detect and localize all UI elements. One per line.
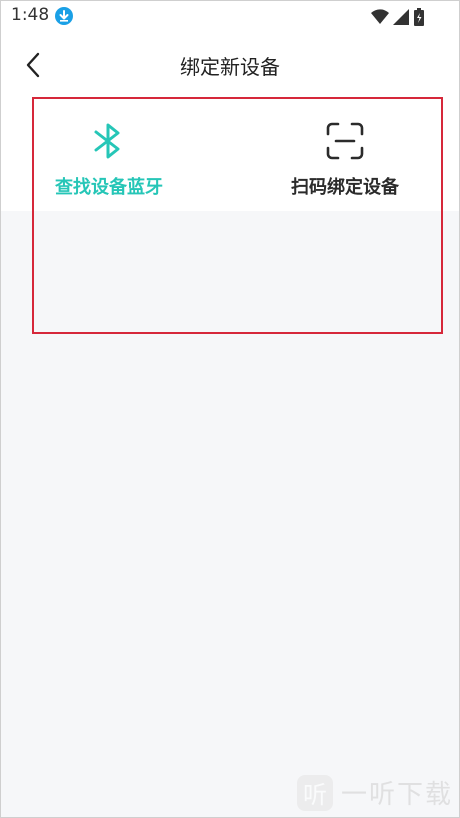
scan-icon xyxy=(245,121,445,161)
scan-bind-option[interactable]: 扫码绑定设备 xyxy=(245,97,445,211)
find-bluetooth-label: 查找设备蓝牙 xyxy=(55,177,163,198)
bind-options-panel: 查找设备蓝牙 扫码绑定设备 xyxy=(1,97,459,211)
signal-icon xyxy=(393,9,409,29)
watermark: 听 一听下载 xyxy=(296,774,453,811)
watermark-text: 一听下载 xyxy=(340,780,453,810)
watermark-logo: 听 xyxy=(296,774,333,811)
download-notification-icon xyxy=(55,7,73,25)
header: 绑定新设备 xyxy=(1,33,459,97)
wifi-icon xyxy=(371,9,389,29)
find-bluetooth-option[interactable]: 查找设备蓝牙 xyxy=(9,97,209,211)
scan-bind-label: 扫码绑定设备 xyxy=(291,177,399,198)
battery-icon xyxy=(413,8,425,30)
status-bar: 1:48 xyxy=(1,1,459,33)
page-title: 绑定新设备 xyxy=(180,55,280,79)
bluetooth-icon xyxy=(9,121,209,161)
screen: 1:48 绑定新设备 查找设备蓝牙 扫码绑定设备 听 一听下载 xyxy=(0,0,460,818)
status-time: 1:48 xyxy=(11,5,50,25)
status-icons xyxy=(371,8,425,30)
